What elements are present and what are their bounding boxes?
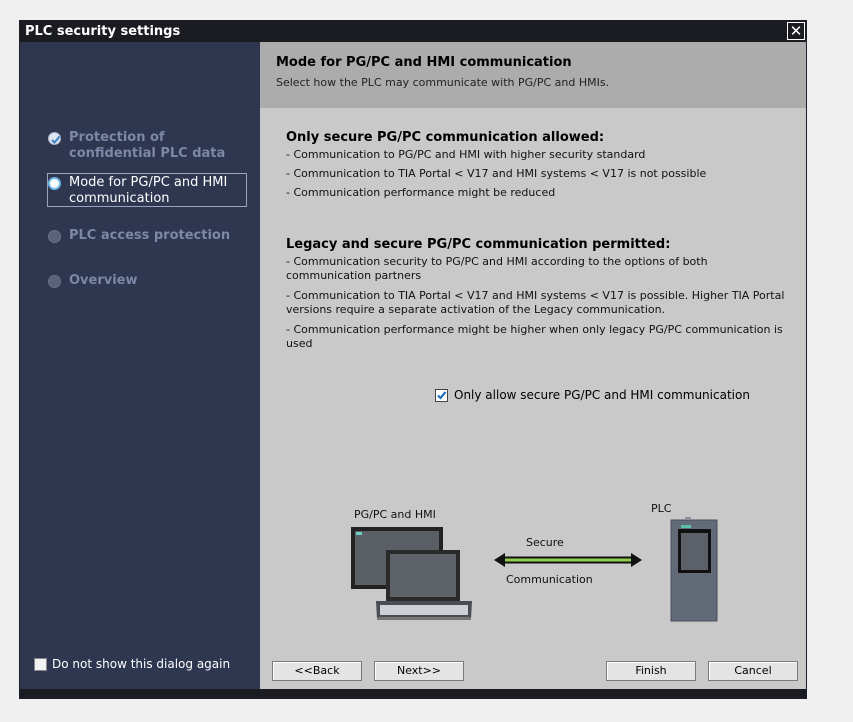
sidebar-step-label: Mode for PG/PC and HMI communication — [69, 175, 228, 206]
content-header: Mode for PG/PC and HMI communication Sel… — [260, 42, 806, 108]
legacy-section-title: Legacy and secure PG/PC communication pe… — [286, 237, 671, 252]
button-bar: <<Back Next>> Finish Cancel — [260, 647, 806, 689]
plc-device-icon — [670, 517, 718, 622]
check-done-icon — [48, 132, 61, 145]
window-title: PLC security settings — [25, 24, 181, 39]
dont-show-label: Do not show this dialog again — [52, 657, 231, 671]
finish-button[interactable]: Finish — [606, 661, 696, 681]
legacy-bullet: - Communication to TIA Portal < V17 and … — [286, 289, 785, 316]
bottom-edge — [20, 689, 806, 698]
sidebar-step-label: Overview — [69, 273, 138, 288]
page-title: Mode for PG/PC and HMI communication — [276, 55, 572, 70]
pending-step-icon — [48, 230, 61, 243]
legacy-bullet: - Communication performance might be hig… — [286, 323, 783, 350]
double-arrow-icon — [494, 553, 642, 567]
sidebar-step-label: Protection of confidential PLC data — [69, 130, 226, 161]
next-button[interactable]: Next>> — [374, 661, 464, 681]
cancel-button[interactable]: Cancel — [708, 661, 798, 681]
dont-show-checkbox[interactable] — [34, 658, 47, 671]
legacy-bullet: - Communication security to PG/PC and HM… — [286, 255, 708, 282]
sidebar-step-label: PLC access protection — [69, 228, 231, 243]
close-button[interactable]: ✕ — [787, 22, 805, 40]
wizard-sidebar: Protection of confidential PLC data Mode… — [20, 42, 260, 669]
secure-section-title: Only secure PG/PC communication allowed: — [286, 130, 605, 145]
secure-bullet: - Communication to PG/PC and HMI with hi… — [286, 148, 646, 161]
back-button[interactable]: <<Back — [272, 661, 362, 681]
checkmark-icon — [437, 391, 447, 400]
laptop-icon — [376, 550, 472, 620]
secure-bullet: - Communication performance might be red… — [286, 186, 556, 199]
secure-bullet: - Communication to TIA Portal < V17 and … — [286, 167, 707, 180]
current-step-icon — [48, 177, 61, 190]
pending-step-icon — [48, 275, 61, 288]
plc-security-dialog: PLC security settings ✕ Protection of co… — [19, 20, 807, 699]
secure-only-label: Only allow secure PG/PC and HMI communic… — [454, 388, 750, 402]
secure-only-checkbox[interactable] — [435, 389, 448, 402]
title-bar: PLC security settings ✕ — [20, 21, 806, 42]
page-subtitle: Select how the PLC may communicate with … — [276, 76, 610, 89]
diagram-graphics — [351, 517, 718, 622]
content-panel: Mode for PG/PC and HMI communication Sel… — [260, 42, 806, 669]
communication-diagram: PG/PC and HMI PLC Secure Communication — [260, 482, 806, 632]
